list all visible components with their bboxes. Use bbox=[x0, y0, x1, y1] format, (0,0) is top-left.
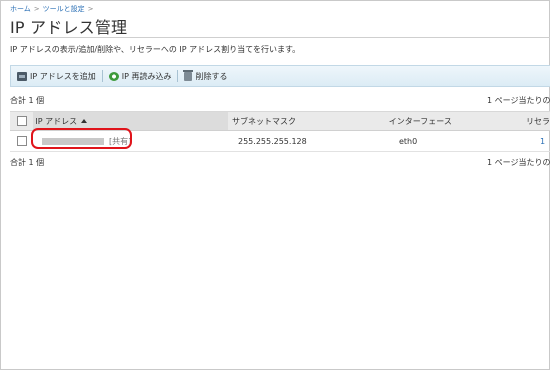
reload-ip-button[interactable]: IP 再読み込み bbox=[103, 66, 178, 86]
add-ip-icon bbox=[17, 71, 27, 81]
column-ip-address[interactable]: IP アドレス bbox=[33, 112, 228, 130]
column-reseller[interactable]: リセラ bbox=[522, 116, 550, 127]
column-interface[interactable]: インターフェース bbox=[385, 116, 522, 127]
per-page-label-bottom: 1 ページ当たりの bbox=[487, 158, 550, 167]
breadcrumb: ホーム > ツールと設定 > bbox=[10, 4, 97, 14]
row-select-cell bbox=[10, 136, 34, 146]
table-row: [共有] 255.255.255.128 eth0 1 bbox=[10, 131, 550, 152]
sort-ascending-icon bbox=[81, 119, 88, 123]
add-ip-label: IP アドレスを追加 bbox=[30, 71, 96, 81]
select-all-cell bbox=[10, 116, 33, 126]
total-count-bottom: 合計 1 個 bbox=[10, 158, 45, 167]
breadcrumb-home[interactable]: ホーム bbox=[10, 5, 31, 13]
select-all-checkbox[interactable] bbox=[16, 116, 27, 126]
interface-cell: eth0 bbox=[399, 136, 418, 146]
reseller-count-link[interactable]: 1 bbox=[536, 137, 545, 146]
trash-icon bbox=[183, 69, 194, 81]
shared-tag: [共有] bbox=[109, 136, 132, 146]
reload-icon bbox=[108, 71, 119, 81]
title-divider bbox=[10, 37, 550, 38]
breadcrumb-separator: > bbox=[33, 5, 40, 13]
column-ip-label: IP アドレス bbox=[35, 116, 78, 126]
subnet-mask-cell: 255.255.255.128 bbox=[238, 136, 307, 146]
page-description: IP アドレスの表示/追加/削除や、リセラーへの IP アドレス割り当てを行いま… bbox=[10, 45, 301, 54]
delete-button[interactable]: 削除する bbox=[178, 66, 233, 86]
breadcrumb-separator: > bbox=[87, 5, 94, 13]
breadcrumb-tools-settings[interactable]: ツールと設定 bbox=[43, 5, 85, 13]
reload-ip-label: IP 再読み込み bbox=[121, 71, 172, 81]
page-title: IP アドレス管理 bbox=[10, 18, 128, 37]
redacted-ip-address bbox=[42, 137, 104, 145]
ip-table: IP アドレス サブネットマスク インターフェース リセラ [共有] 255.2… bbox=[10, 111, 550, 152]
table-header: IP アドレス サブネットマスク インターフェース リセラ bbox=[10, 111, 550, 131]
total-count: 合計 1 個 bbox=[10, 96, 45, 105]
add-ip-button[interactable]: IP アドレスを追加 bbox=[11, 66, 102, 86]
row-checkbox[interactable] bbox=[17, 136, 27, 146]
column-subnet-mask[interactable]: サブネットマスク bbox=[228, 116, 385, 127]
ip-address-cell[interactable]: [共有] bbox=[34, 136, 234, 147]
delete-label: 削除する bbox=[195, 71, 228, 81]
toolbar: IP アドレスを追加 IP 再読み込み 削除する bbox=[10, 65, 550, 87]
per-page-label: 1 ページ当たりの bbox=[487, 96, 550, 105]
window-frame bbox=[0, 0, 550, 370]
